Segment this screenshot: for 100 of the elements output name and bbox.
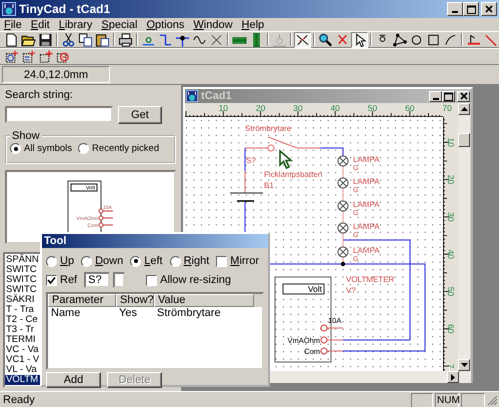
- scroll-down-button[interactable]: [458, 359, 470, 371]
- ruler-number: 60: [446, 324, 456, 334]
- pin-circle: [320, 348, 328, 354]
- table-cell-text: Strömbrytare: [156, 307, 222, 320]
- component-name: Strömbrytare: [245, 124, 292, 133]
- component-name: LAMPA: [353, 155, 380, 164]
- toolbar-button[interactable]: [37, 48, 54, 64]
- size-grip-icon: [487, 394, 498, 406]
- column-header[interactable]: Show?: [116, 294, 154, 307]
- ruler-number: 10: [446, 138, 456, 148]
- scroll-right-button[interactable]: [447, 371, 459, 383]
- search-field[interactable]: [5, 106, 113, 123]
- pin-circle: [320, 336, 328, 344]
- scroll-up-button[interactable]: [458, 103, 470, 115]
- pin-line: [326, 350, 344, 352]
- ruler-number: 50: [368, 103, 378, 113]
- scroll-thumb[interactable]: [458, 133, 470, 147]
- right-arrow-icon: [451, 374, 455, 380]
- ref-checkbox[interactable]: Ref: [46, 274, 78, 286]
- minimize-button[interactable]: [447, 2, 463, 16]
- toolbar-button[interactable]: [157, 32, 174, 48]
- toolbar-button[interactable]: [294, 32, 311, 48]
- orientation-radio[interactable]: Down: [81, 255, 124, 267]
- close-button[interactable]: [481, 2, 497, 16]
- group-label: Show: [12, 130, 40, 142]
- search-icon: [318, 32, 333, 48]
- toolbar-button[interactable]: [94, 32, 111, 48]
- symbol-edit-icon: [4, 48, 19, 64]
- minimize-button[interactable]: [429, 90, 442, 102]
- component-name: Ficklampsbatteri: [264, 170, 322, 179]
- component-name: LAMPA: [353, 200, 380, 209]
- app-icon: [186, 90, 198, 102]
- allow-resizing-checkbox[interactable]: Allow re-sizing: [146, 274, 232, 286]
- scissors-icon: [61, 32, 76, 48]
- status-pane: [461, 392, 485, 407]
- ruler-number: 10: [218, 103, 228, 113]
- menu-item[interactable]: Special: [101, 18, 138, 30]
- column-header[interactable]: Parameter: [48, 294, 116, 307]
- column-header[interactable]: Value: [154, 294, 254, 307]
- toolbar-button[interactable]: [391, 32, 408, 48]
- toolbar-button[interactable]: [60, 32, 77, 48]
- orientation-radio[interactable]: Up: [46, 255, 74, 267]
- toolbar-button[interactable]: [3, 48, 20, 64]
- add-button[interactable]: Add: [46, 372, 101, 388]
- ruler-number: 40: [446, 249, 456, 259]
- menu-item[interactable]: Window: [193, 18, 233, 30]
- menu-item[interactable]: Help: [242, 18, 264, 30]
- mirror-checkbox[interactable]: Mirror: [216, 255, 260, 267]
- pin-circle: [98, 222, 104, 228]
- component-name: LAMPA: [353, 177, 380, 186]
- pin-line: [102, 224, 114, 226]
- menu-item[interactable]: Edit: [30, 18, 50, 30]
- ruler-number: 7: [446, 364, 456, 368]
- num-lock-indicator: NUM: [435, 392, 459, 407]
- toolbar-button[interactable]: [37, 32, 54, 48]
- ruler-number: 50: [446, 286, 456, 296]
- toolbar-button[interactable]: [351, 32, 368, 48]
- component-name: LAMPA: [353, 222, 380, 231]
- maximize-button[interactable]: [463, 2, 479, 16]
- maximize-icon: [466, 4, 476, 14]
- ref-field[interactable]: S?: [84, 272, 110, 288]
- toolbar-button[interactable]: [20, 48, 37, 64]
- display-box: [70, 184, 98, 192]
- junction-dot: [340, 262, 346, 266]
- vertical-scrollbar[interactable]: [458, 103, 470, 371]
- switch-contact: [268, 144, 274, 152]
- table-cell-text: Yes: [118, 307, 138, 320]
- component-name: LAMPA: [353, 246, 380, 255]
- close-icon: [460, 92, 468, 100]
- component-ref: B1: [264, 181, 274, 190]
- get-button[interactable]: Get: [118, 106, 162, 124]
- menu-item[interactable]: Options: [146, 18, 184, 30]
- toolbar-button[interactable]: [117, 32, 134, 48]
- down-arrow-icon: [460, 363, 468, 367]
- ruler-number: 30: [446, 212, 456, 222]
- text-field[interactable]: [113, 272, 126, 288]
- radio-option[interactable]: Recently picked: [78, 143, 160, 154]
- window-title: TinyCad - tCad1: [19, 2, 112, 16]
- radio-option[interactable]: All symbols: [10, 143, 72, 154]
- ruler-number: 20: [446, 174, 456, 184]
- polygon-icon: [392, 32, 407, 48]
- toolbar-button[interactable]: [77, 32, 94, 48]
- wire-icon: [158, 32, 173, 48]
- menu-item[interactable]: File: [4, 18, 22, 30]
- status-text: Ready: [3, 394, 36, 406]
- menu-item[interactable]: Library: [58, 18, 92, 30]
- maximize-icon: [444, 92, 453, 100]
- document-title: tCad1: [201, 90, 233, 102]
- pin-circle: [98, 208, 104, 214]
- ruler-number: 70: [442, 103, 452, 113]
- component-ref: S?: [246, 156, 256, 165]
- maximize-button[interactable]: [442, 90, 455, 102]
- battery-symbol: [230, 192, 264, 202]
- orientation-radio[interactable]: Left: [130, 255, 163, 267]
- close-button[interactable]: [457, 90, 470, 102]
- toolbar-button[interactable]: [317, 32, 334, 48]
- pin-circle: [320, 324, 328, 332]
- component-name: VOLTMETER: [346, 275, 394, 284]
- orientation-radio[interactable]: Right: [170, 255, 210, 267]
- table-cell-text: Name: [50, 307, 82, 320]
